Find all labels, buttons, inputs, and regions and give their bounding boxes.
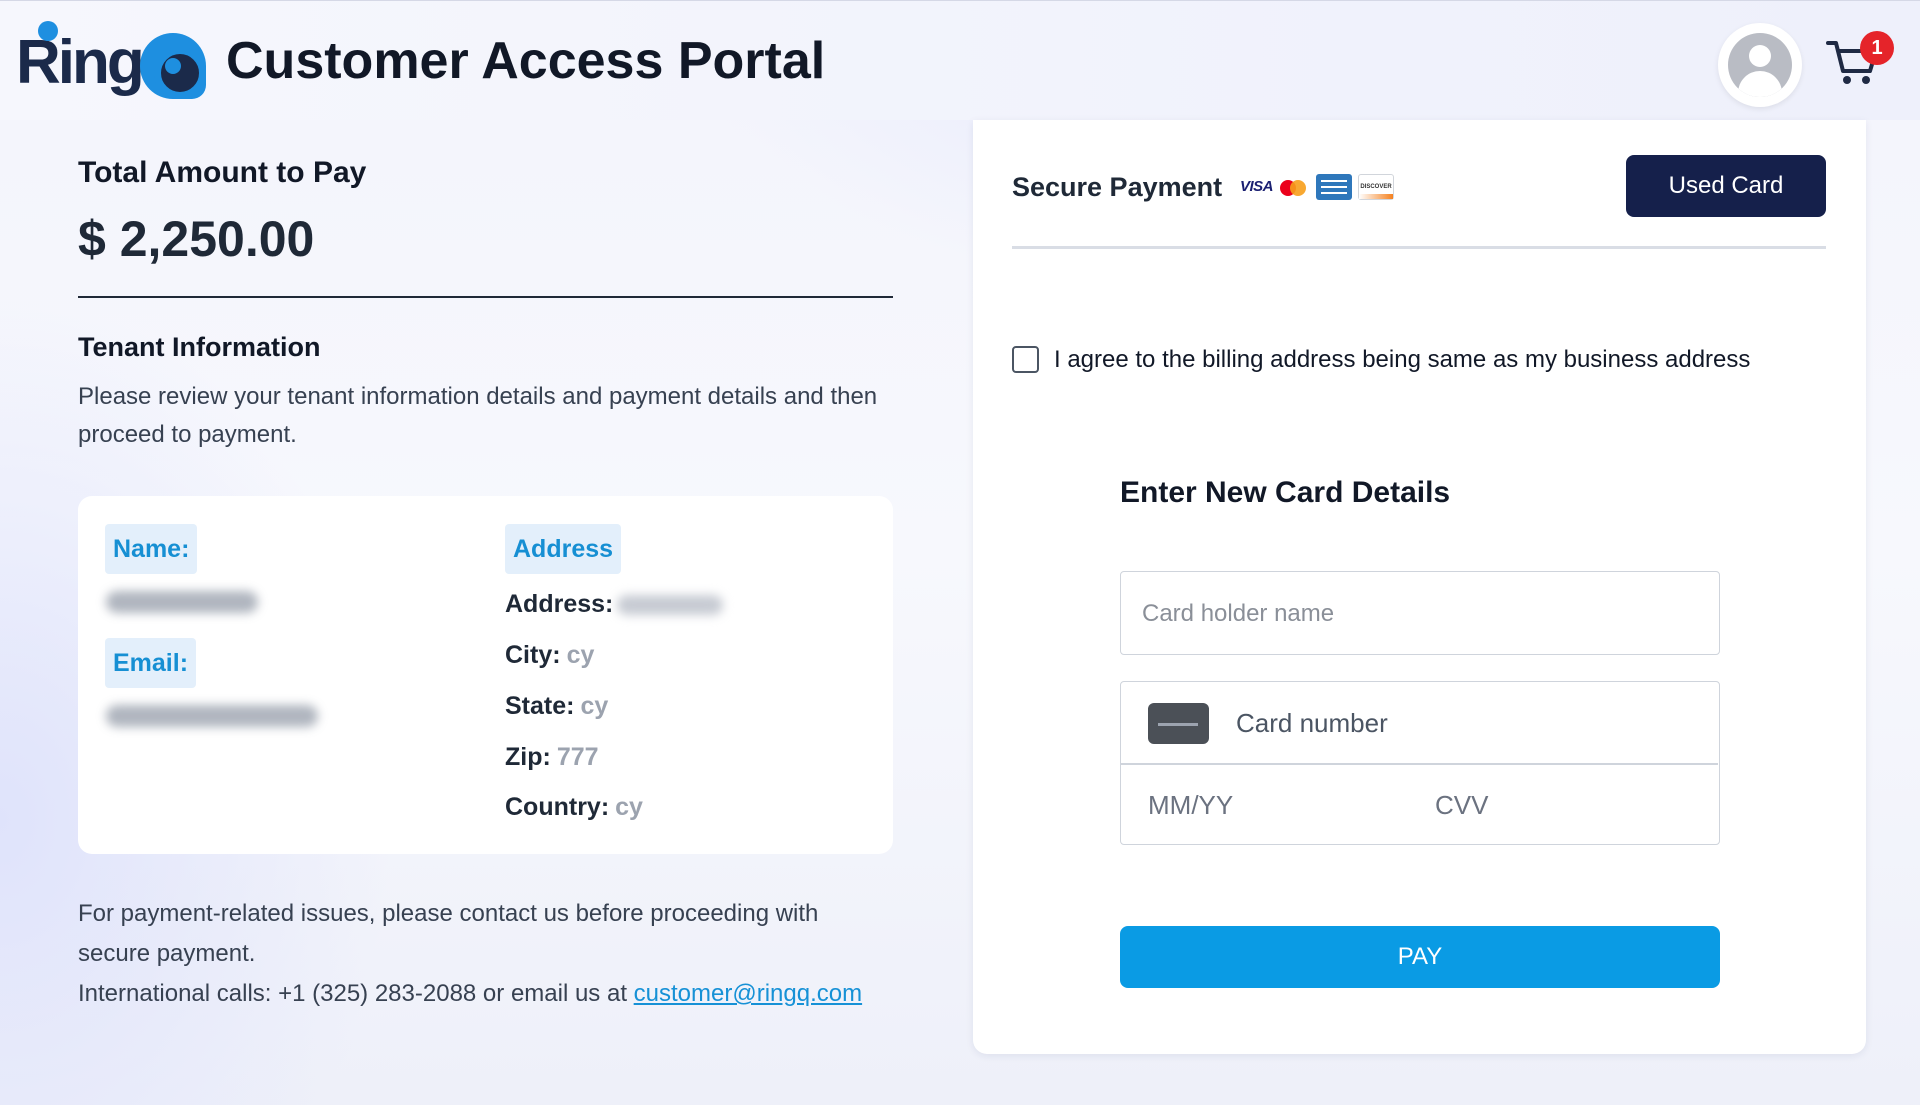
new-card-title: Enter New Card Details xyxy=(1120,476,1451,509)
cardholder-name-input[interactable]: Card holder name xyxy=(1120,571,1720,655)
amex-icon xyxy=(1316,174,1352,200)
logo-wordmark: Ring xyxy=(16,28,145,97)
name-value-redacted xyxy=(106,591,258,613)
visa-icon: VISA xyxy=(1240,178,1274,195)
total-amount-label: Total Amount to Pay xyxy=(78,156,367,189)
page-title: Customer Access Portal xyxy=(226,32,826,90)
state-label: State: xyxy=(505,692,575,720)
tenant-info-card: Name: Email: Address Address: City: cy St… xyxy=(78,496,893,854)
summary-divider xyxy=(78,296,893,298)
logo-dot xyxy=(38,21,58,41)
email-tag: Email: xyxy=(105,638,197,688)
total-amount-value: $ 2,250.00 xyxy=(78,211,315,267)
country-row: Country: cy xyxy=(505,793,643,822)
cardholder-name-placeholder: Card holder name xyxy=(1142,600,1335,627)
card-field-divider xyxy=(1121,763,1718,765)
logo-q-icon xyxy=(140,33,206,99)
card-details-group: Card number MM/YY CVV xyxy=(1120,681,1720,845)
state-row: State: cy xyxy=(505,692,608,721)
tenant-info-title: Tenant Information xyxy=(78,332,321,362)
support-email-link[interactable]: customer@ringq.com xyxy=(634,980,862,1007)
cvv-input[interactable]: CVV xyxy=(1435,790,1488,821)
city-label: City: xyxy=(505,641,561,669)
support-phone-line: International calls: +1 (325) 283-2088 o… xyxy=(78,974,918,1014)
zip-label: Zip: xyxy=(505,743,551,771)
name-tag: Name: xyxy=(105,524,198,574)
credit-card-icon xyxy=(1148,703,1209,744)
billing-same-checkbox[interactable] xyxy=(1012,346,1039,373)
payment-header-divider xyxy=(1012,246,1826,249)
country-value: cy xyxy=(615,793,643,821)
cart-count-badge: 1 xyxy=(1860,31,1894,65)
expiry-input[interactable]: MM/YY xyxy=(1148,790,1233,821)
address-tag: Address xyxy=(505,524,622,574)
state-value: cy xyxy=(580,692,609,720)
secure-payment-title: Secure Payment xyxy=(1012,172,1223,202)
tenant-info-description: Please review your tenant information de… xyxy=(78,383,878,448)
mastercard-icon xyxy=(1280,180,1306,196)
ringq-logo[interactable]: Ring xyxy=(16,19,206,105)
zip-row: Zip: 777 xyxy=(505,743,599,772)
pay-button[interactable]: PAY xyxy=(1120,926,1720,988)
cart-button[interactable]: 1 xyxy=(1826,31,1894,91)
app-header: Ring Customer Access Portal 1 xyxy=(0,0,1920,120)
support-phone-text: International calls: +1 (325) 283-2088 o… xyxy=(78,980,634,1007)
support-contact: For payment-related issues, please conta… xyxy=(78,894,918,1014)
address-row: Address: xyxy=(505,590,724,619)
billing-agreement-label[interactable]: I agree to the billing address being sam… xyxy=(1054,346,1750,374)
zip-value: 777 xyxy=(556,743,599,771)
support-note: For payment-related issues, please conta… xyxy=(78,900,819,967)
card-number-input[interactable]: Card number xyxy=(1236,708,1388,739)
city-value: cy xyxy=(566,641,595,669)
city-row: City: cy xyxy=(505,641,594,670)
user-avatar-icon[interactable] xyxy=(1718,23,1802,107)
email-value-redacted xyxy=(106,705,318,727)
discover-icon: DISCOVER xyxy=(1358,174,1394,200)
country-label: Country: xyxy=(505,793,610,821)
used-card-button[interactable]: Used Card xyxy=(1626,155,1826,217)
payment-card: Secure Payment VISA DISCOVER Used Card I… xyxy=(973,120,1866,1054)
address-value-redacted xyxy=(617,595,724,616)
address-label: Address: xyxy=(505,590,614,618)
